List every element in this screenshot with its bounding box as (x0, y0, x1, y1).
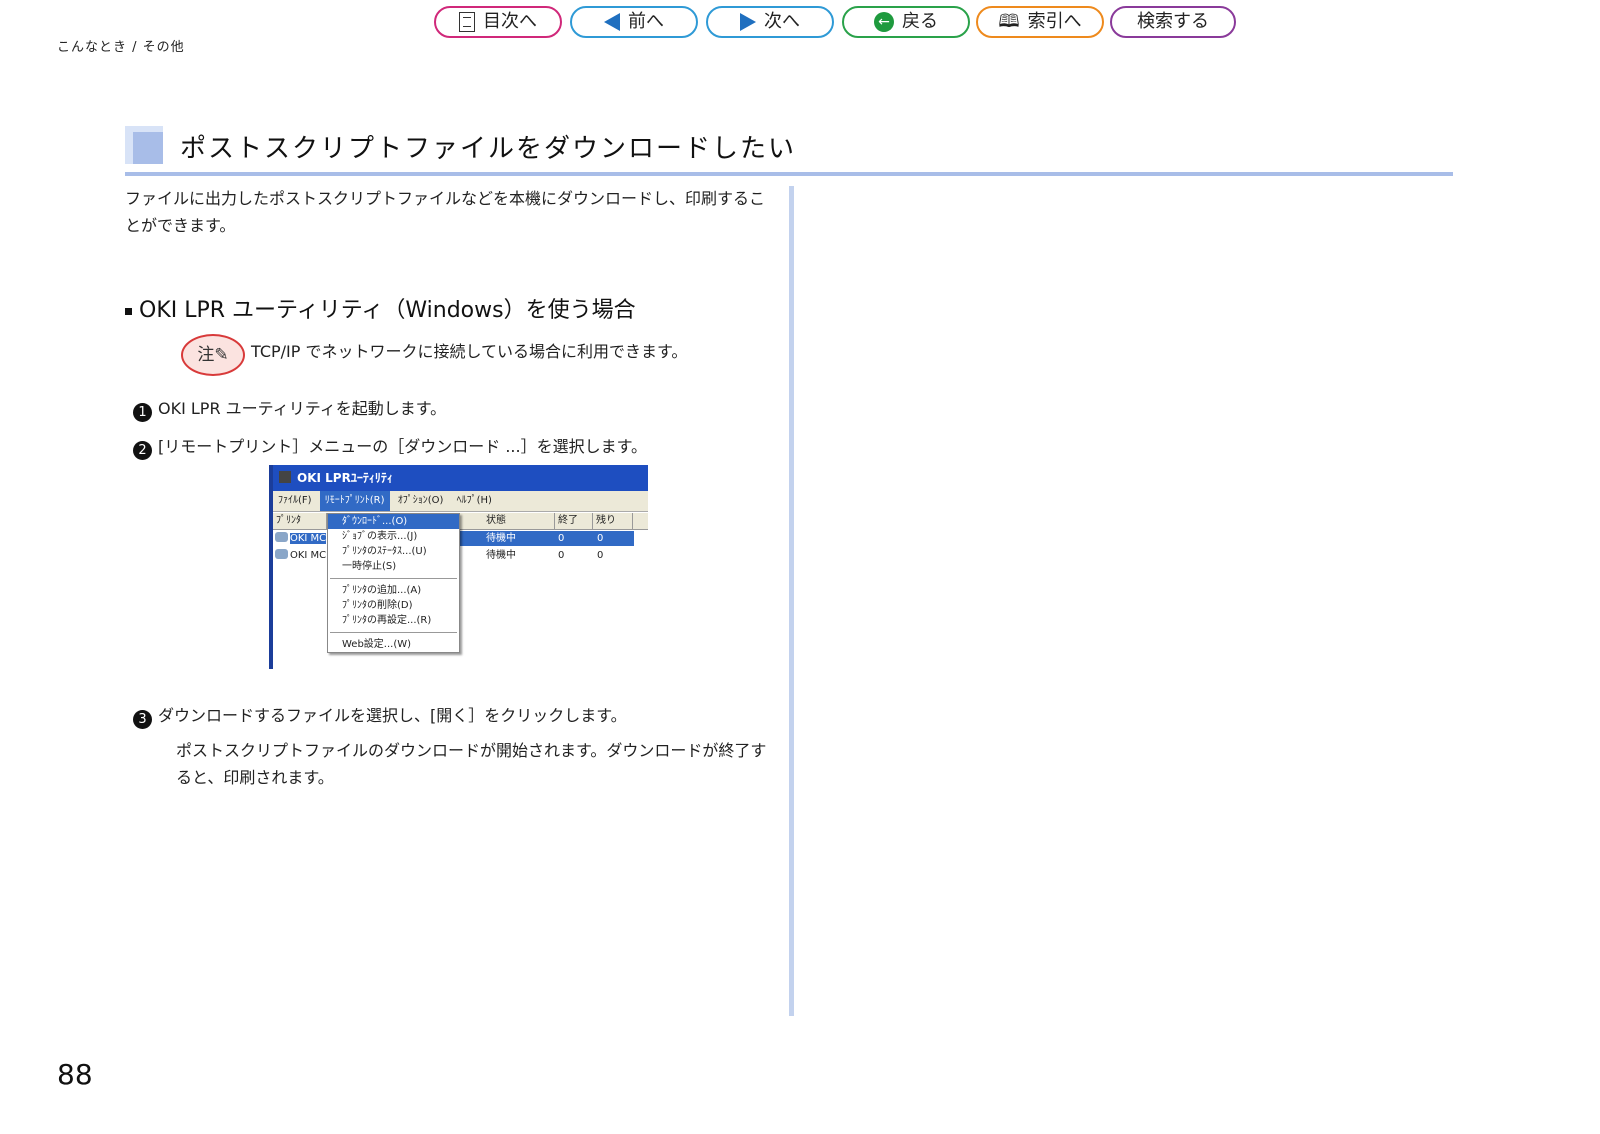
menu-separator (330, 578, 457, 579)
section-heading: OKI LPR ユーティリティ（Windows）を使う場合 (125, 292, 636, 324)
index-button[interactable]: 🕮 索引へ (976, 6, 1104, 38)
step-item: 3 ダウンロードするファイルを選択し、[開く］をクリックします。 (133, 702, 627, 729)
menu-item-web-settings[interactable]: Web設定...(W) (328, 637, 459, 652)
app-icon (279, 471, 291, 483)
menu-item-printer-status[interactable]: ﾌﾟﾘﾝﾀのｽﾃｰﾀｽ...(U) (328, 544, 459, 559)
menu-item-show-jobs[interactable]: ｼﾞｮﾌﾞの表示...(J) (328, 529, 459, 544)
step-number: 2 (133, 441, 152, 460)
search-label: 検索する (1137, 11, 1209, 32)
printer-icon (275, 549, 288, 559)
back-arrow-icon: ← (874, 12, 894, 32)
arrow-left-icon (604, 13, 620, 31)
toc-button[interactable]: 目次へ (434, 6, 562, 38)
window-titlebar: OKI LPRﾕｰﾃｨﾘﾃｨ (273, 465, 648, 491)
breadcrumb: こんなとき / その他 (57, 40, 185, 55)
step-text: OKI LPR ユーティリティを起動します。 (158, 399, 447, 418)
bullet-square-icon (125, 307, 132, 315)
status-cell: 待機中 (486, 550, 516, 561)
menu-item-delete-printer[interactable]: ﾌﾟﾘﾝﾀの削除(D) (328, 598, 459, 613)
page-title: ポストスクリプトファイルをダウンロードしたい (180, 134, 797, 164)
menu-separator (330, 632, 457, 633)
step-text: ダウンロードするファイルを選択し、[開く］をクリックします。 (158, 706, 627, 725)
book-icon: 🕮 (998, 11, 1020, 32)
done-cell: 0 (558, 533, 565, 544)
arrow-right-icon (740, 13, 756, 31)
remaining-cell: 0 (597, 550, 604, 561)
prev-button[interactable]: 前へ (570, 6, 698, 38)
note-badge-label: 注 (197, 345, 215, 365)
column-header-done: 終了 (555, 513, 593, 529)
toc-label: 目次へ (483, 11, 537, 32)
document-icon (459, 12, 475, 32)
page-number: 88 (57, 1058, 93, 1091)
menu-item-pause[interactable]: 一時停止(S) (328, 559, 459, 574)
printer-cell: OKI MC (275, 531, 327, 546)
back-button[interactable]: ← 戻る (842, 6, 970, 38)
next-button[interactable]: 次へ (706, 6, 834, 38)
heading-divider (125, 172, 1453, 176)
menu-item-download[interactable]: ﾀﾞｳﾝﾛｰﾄﾞ...(O) (328, 514, 459, 529)
heading-marker (125, 126, 163, 164)
menu-item-add-printer[interactable]: ﾌﾟﾘﾝﾀの追加...(A) (328, 583, 459, 598)
index-label: 索引へ (1027, 11, 1082, 32)
printer-icon (275, 532, 288, 542)
menu-remote-print[interactable]: ﾘﾓｰﾄﾌﾟﾘﾝﾄ(R) (319, 491, 390, 511)
note-badge: 注✎ (181, 334, 245, 376)
remote-print-dropdown: ﾀﾞｳﾝﾛｰﾄﾞ...(O) ｼﾞｮﾌﾞの表示...(J) ﾌﾟﾘﾝﾀのｽﾃｰﾀ… (327, 513, 460, 653)
column-header-remaining: 残り (593, 513, 633, 529)
step-item: 2 [リモートプリント］メニューの［ダウンロード ...］を選択します。 (133, 433, 647, 460)
done-cell: 0 (558, 550, 565, 561)
printer-name: OKI MC (290, 533, 327, 544)
menu-options[interactable]: ｵﾌﾟｼｮﾝ(O) (393, 491, 449, 511)
app-screenshot: OKI LPRﾕｰﾃｨﾘﾃｨ ﾌｧｲﾙ(F) ﾘﾓｰﾄﾌﾟﾘﾝﾄ(R) ｵﾌﾟｼ… (269, 465, 648, 669)
printer-name: OKI MC (290, 550, 327, 561)
result-text: ポストスクリプトファイルのダウンロードが開始されます。ダウンロードが終了すると、… (176, 741, 767, 787)
window-title: OKI LPRﾕｰﾃｨﾘﾃｨ (297, 471, 393, 485)
menu-item-reconfigure-printer[interactable]: ﾌﾟﾘﾝﾀの再設定...(R) (328, 613, 459, 628)
menu-bar: ﾌｧｲﾙ(F) ﾘﾓｰﾄﾌﾟﾘﾝﾄ(R) ｵﾌﾟｼｮﾝ(O) ﾍﾙﾌﾟ(H) (273, 491, 648, 512)
column-divider (789, 186, 794, 1016)
search-button[interactable]: 検索する (1110, 6, 1236, 38)
note-text: TCP/IP でネットワークに接続している場合に利用できます。 (251, 342, 688, 361)
column-header-printer: ﾌﾟﾘﾝﾀ (273, 513, 327, 529)
section-heading-text: OKI LPR ユーティリティ（Windows）を使う場合 (139, 298, 636, 323)
menu-help[interactable]: ﾍﾙﾌﾟ(H) (452, 491, 497, 511)
prev-label: 前へ (628, 11, 664, 32)
step-item: 1 OKI LPR ユーティリティを起動します。 (133, 395, 446, 422)
step-number: 3 (133, 710, 152, 729)
step-text: [リモートプリント］メニューの［ダウンロード ...］を選択します。 (158, 437, 647, 456)
status-cell: 待機中 (486, 533, 516, 544)
column-header-status: 状態 (483, 513, 555, 529)
intro-text: ファイルに出力したポストスクリプトファイルなどを本機にダウンロードし、印刷するこ… (125, 189, 766, 235)
pencil-icon: ✎ (214, 345, 229, 365)
next-label: 次へ (764, 11, 800, 32)
back-label: 戻る (902, 11, 938, 32)
menu-file[interactable]: ﾌｧｲﾙ(F) (273, 491, 317, 511)
printer-cell: OKI MC (275, 548, 326, 563)
remaining-cell: 0 (597, 533, 604, 544)
step-number: 1 (133, 403, 152, 422)
